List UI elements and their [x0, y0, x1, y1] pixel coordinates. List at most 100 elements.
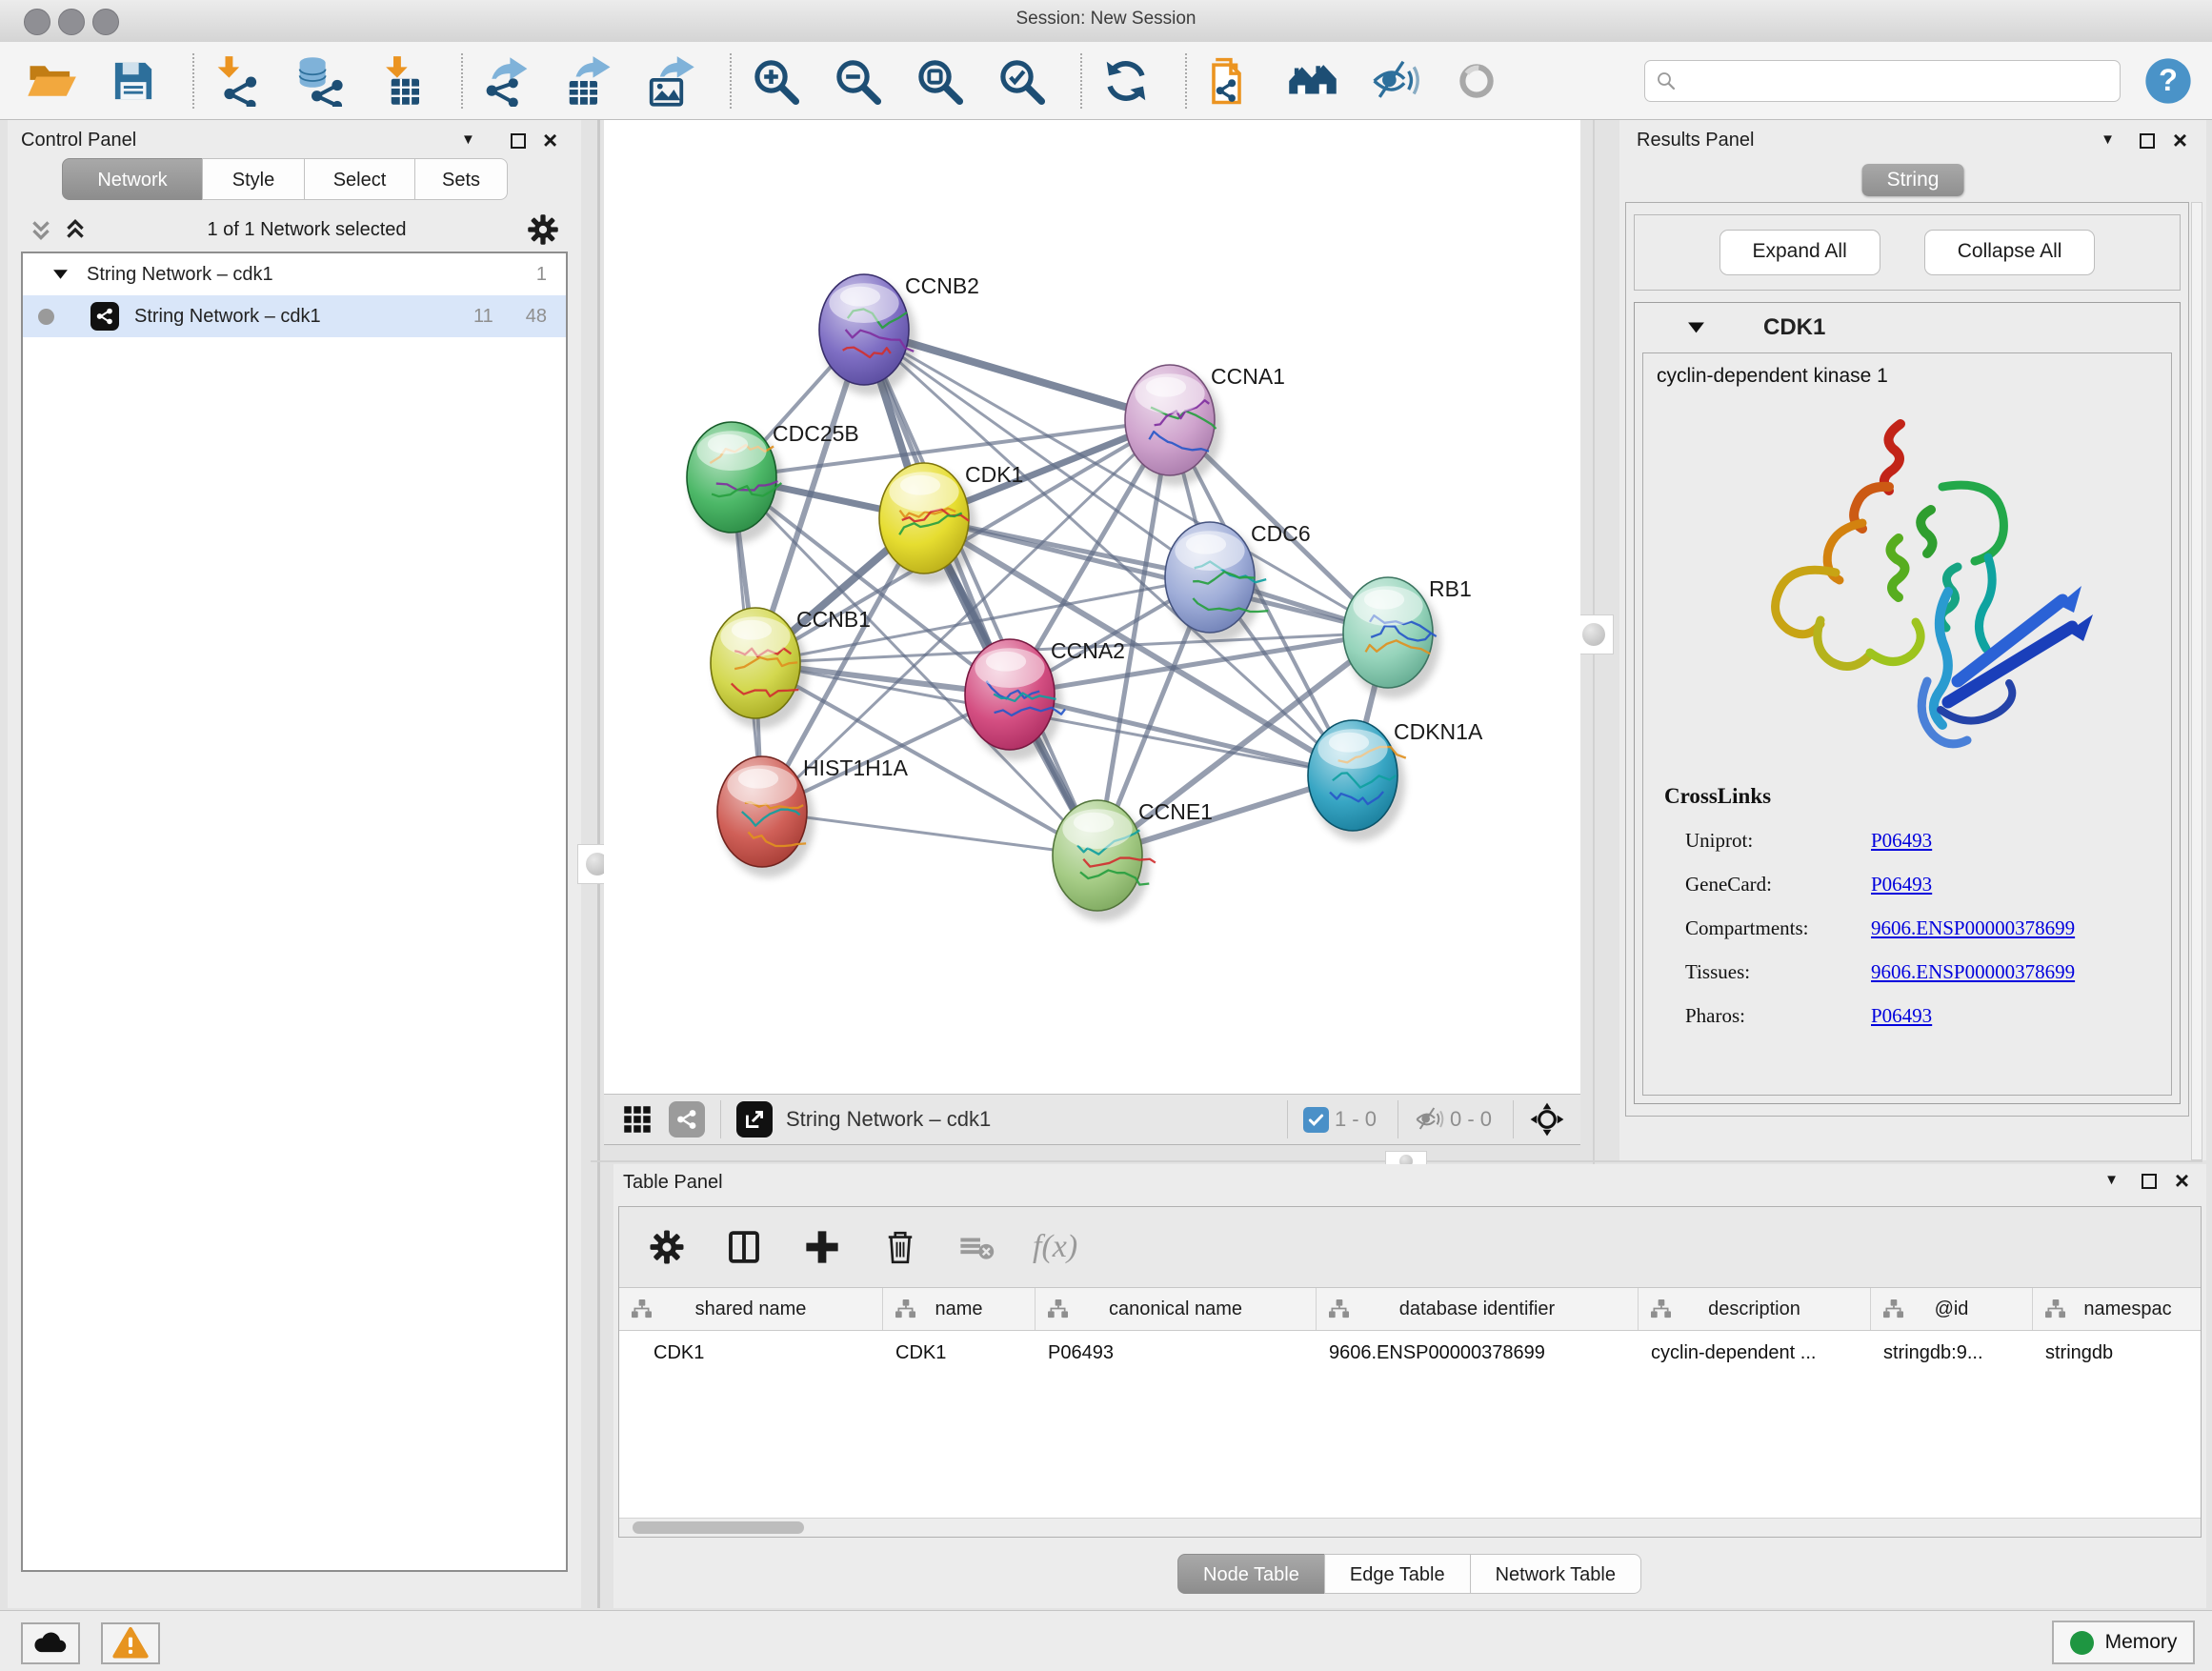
network-list-toolbar: 1 of 1 Network selected: [8, 208, 581, 252]
share-document-button[interactable]: [1204, 54, 1257, 108]
tab-node-table[interactable]: Node Table: [1177, 1554, 1325, 1594]
results-panel-close-icon[interactable]: ×: [2173, 132, 2187, 148]
control-panel-float-icon[interactable]: [511, 133, 526, 149]
results-panel: Results Panel ▼ × String Expand All Coll…: [1619, 120, 2206, 1160]
gene-section-header[interactable]: CDK1: [1635, 303, 2180, 352]
cloud-status-button[interactable]: [21, 1622, 80, 1664]
import-network-database-button[interactable]: [293, 54, 347, 108]
gene-name: CDK1: [1763, 314, 1825, 341]
gene-section-expander-icon[interactable]: [1688, 322, 1704, 334]
zoom-out-button[interactable]: [831, 54, 884, 108]
protein-structure-image: [1702, 395, 2112, 781]
expand-all-button[interactable]: Expand All: [1719, 230, 1880, 275]
column-header-canonical-name[interactable]: canonical name: [1035, 1288, 1316, 1330]
table-horizontal-scrollbar[interactable]: [619, 1518, 2201, 1537]
crosslink-label: Pharos:: [1685, 1004, 1871, 1028]
inactive-eye-button: [1450, 54, 1503, 108]
results-panel-scrollbar[interactable]: [2191, 202, 2202, 1160]
delete-column-trash-icon[interactable]: [880, 1227, 920, 1267]
zoom-fit-icon: [921, 62, 960, 101]
tab-network-table[interactable]: Network Table: [1470, 1554, 1641, 1594]
crosslink-uniprot-link[interactable]: P06493: [1871, 829, 1932, 853]
zoom-in-button[interactable]: [749, 54, 802, 108]
table-row[interactable]: CDK1CDK1P064939606.ENSP00000378699cyclin…: [619, 1331, 2201, 1375]
column-header-database-identifier[interactable]: database identifier: [1316, 1288, 1638, 1330]
network-node-CCNB1[interactable]: [711, 608, 800, 718]
node-table: f(x) shared namenamecanonical namedataba…: [618, 1206, 2202, 1538]
collapse-all-chevron-icon[interactable]: [29, 217, 53, 242]
gallery-home-button[interactable]: [1286, 54, 1339, 108]
table-panel-float-icon[interactable]: [2142, 1174, 2157, 1189]
control-panel-close-icon[interactable]: ×: [543, 132, 557, 148]
control-panel-collapse-icon[interactable]: ▼: [461, 131, 475, 148]
table-cell: stringdb: [2032, 1342, 2202, 1364]
crosslink-label: Compartments:: [1685, 916, 1871, 940]
export-network-icon: [487, 57, 528, 107]
help-button[interactable]: [2142, 54, 2195, 108]
import-network-file-button[interactable]: [211, 54, 265, 108]
tab-select[interactable]: Select: [304, 158, 415, 200]
attribute-tree-icon: [1882, 1299, 1904, 1319]
scrollbar-thumb[interactable]: [633, 1521, 804, 1534]
network-node-CDK1[interactable]: [879, 463, 969, 574]
node-label-CDK1: CDK1: [965, 462, 1023, 487]
network-node-HIST1H1A[interactable]: [717, 756, 807, 867]
toggle-graphics-details-button[interactable]: [1368, 54, 1421, 108]
selected-checkbox-icon[interactable]: [1303, 1107, 1329, 1133]
toolbar-search[interactable]: [1644, 60, 2121, 102]
import-table-button[interactable]: [375, 54, 429, 108]
column-header-namespac[interactable]: namespac: [2032, 1288, 2202, 1330]
network-collection-row[interactable]: String Network – cdk1 1: [23, 253, 566, 295]
network-node-CCNA1[interactable]: [1125, 365, 1216, 475]
search-input[interactable]: [1678, 69, 2120, 92]
column-header-shared-name[interactable]: shared name: [619, 1288, 882, 1330]
network-edge-CDK1-RB1[interactable]: [924, 518, 1388, 633]
network-row-selected[interactable]: String Network – cdk1 11 48: [23, 295, 566, 337]
column-header-@id[interactable]: @id: [1870, 1288, 2032, 1330]
tab-sets[interactable]: Sets: [414, 158, 508, 200]
collapse-all-button[interactable]: Collapse All: [1924, 230, 2096, 275]
table-panel-close-icon[interactable]: ×: [2175, 1173, 2189, 1188]
view-grid-icon[interactable]: [623, 1105, 652, 1134]
attribute-tree-icon: [631, 1299, 653, 1319]
tab-network[interactable]: Network: [62, 158, 203, 200]
table-options-gear-icon[interactable]: [648, 1228, 686, 1266]
results-panel-float-icon[interactable]: [2140, 133, 2155, 149]
tab-edge-table[interactable]: Edge Table: [1324, 1554, 1471, 1594]
collection-expander-icon[interactable]: [53, 270, 68, 280]
expand-all-chevron-icon[interactable]: [63, 217, 88, 242]
export-table-button[interactable]: [562, 54, 615, 108]
crosslink-compartments-link[interactable]: 9606.ENSP00000378699: [1871, 916, 2075, 940]
save-session-button[interactable]: [107, 54, 160, 108]
table-panel-collapse-icon[interactable]: ▼: [2104, 1172, 2119, 1188]
network-canvas[interactable]: CCNB2CCNA1CDC25BCDK1CDC6RB1CCNB1CCNA2CDK…: [604, 120, 1580, 1094]
attribute-tree-icon: [1047, 1299, 1069, 1319]
memory-button[interactable]: Memory: [2052, 1621, 2195, 1664]
refresh-view-button[interactable]: [1099, 54, 1153, 108]
create-column-plus-icon[interactable]: [802, 1227, 842, 1267]
export-network-button[interactable]: [480, 54, 533, 108]
detach-view-icon[interactable]: [736, 1101, 773, 1137]
tab-style[interactable]: Style: [202, 158, 305, 200]
hidden-eye-icon[interactable]: [1414, 1104, 1444, 1135]
show-columns-icon[interactable]: [724, 1227, 764, 1267]
column-header-name[interactable]: name: [882, 1288, 1035, 1330]
crosslink-genecard-link[interactable]: P06493: [1871, 873, 1932, 896]
network-options-gear-icon[interactable]: [526, 212, 560, 247]
crosslink-tissues-link[interactable]: 9606.ENSP00000378699: [1871, 960, 2075, 984]
column-header-description[interactable]: description: [1638, 1288, 1870, 1330]
zoom-fit-button[interactable]: [913, 54, 966, 108]
open-session-button[interactable]: [25, 54, 78, 108]
zoom-selected-button[interactable]: [995, 54, 1048, 108]
import-database-icon: [300, 57, 343, 107]
function-builder-icon: f(x): [1033, 1229, 1077, 1265]
warnings-button[interactable]: [101, 1622, 160, 1664]
control-panel: Control Panel ▼ × NetworkStyleSelectSets…: [8, 120, 581, 1608]
search-icon: [1655, 70, 1678, 92]
birds-eye-share-icon[interactable]: [669, 1101, 705, 1137]
crosslink-pharos-link[interactable]: P06493: [1871, 1004, 1932, 1028]
results-panel-collapse-icon[interactable]: ▼: [2101, 131, 2115, 148]
results-tab-string[interactable]: String: [1862, 164, 1964, 196]
fit-selected-crosshair-icon[interactable]: [1529, 1101, 1565, 1137]
export-image-button[interactable]: [644, 54, 697, 108]
